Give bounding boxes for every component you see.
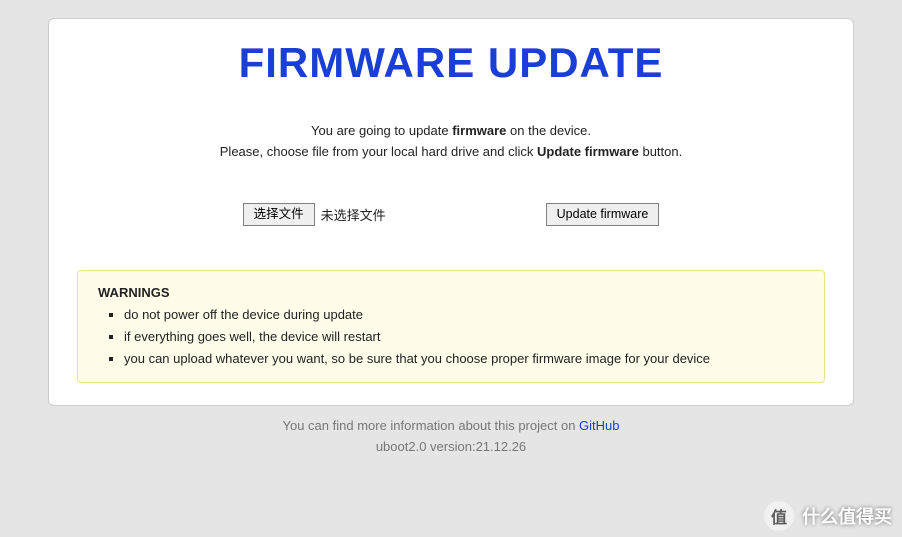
footer-info-prefix: You can find more information about this… [283,418,580,433]
footer-version: uboot2.0 version:21.12.26 [376,439,526,454]
warnings-list: do not power off the device during updat… [98,304,804,370]
watermark-icon: 值 [764,501,794,531]
intro-line2-prefix: Please, choose file from your local hard… [220,144,537,159]
github-link[interactable]: GitHub [579,418,619,433]
file-input-group: 选择文件 未选择文件 [243,203,386,227]
actions-row: 选择文件 未选择文件 Update firmware [77,203,825,227]
intro-mid1: on the device. [506,123,591,138]
intro-prefix: You are going to update [311,123,452,138]
main-card: FIRMWARE UPDATE You are going to update … [48,18,854,406]
file-status-text: 未选择文件 [321,205,386,224]
watermark-text: 什么值得买 [802,503,892,529]
page-title: FIRMWARE UPDATE [77,39,825,87]
list-item: do not power off the device during updat… [124,304,804,326]
intro-bold-firmware: firmware [452,123,506,138]
choose-file-button[interactable]: 选择文件 [243,203,315,227]
list-item: you can upload whatever you want, so be … [124,348,804,370]
intro-line2-suffix: button. [639,144,682,159]
watermark: 值 什么值得买 [764,501,892,531]
footer: You can find more information about this… [0,416,902,458]
list-item: if everything goes well, the device will… [124,326,804,348]
intro-bold-update: Update firmware [537,144,639,159]
update-firmware-button[interactable]: Update firmware [546,203,660,227]
warnings-title: WARNINGS [98,285,804,300]
intro-text: You are going to update firmware on the … [77,121,825,163]
warnings-box: WARNINGS do not power off the device dur… [77,270,825,383]
